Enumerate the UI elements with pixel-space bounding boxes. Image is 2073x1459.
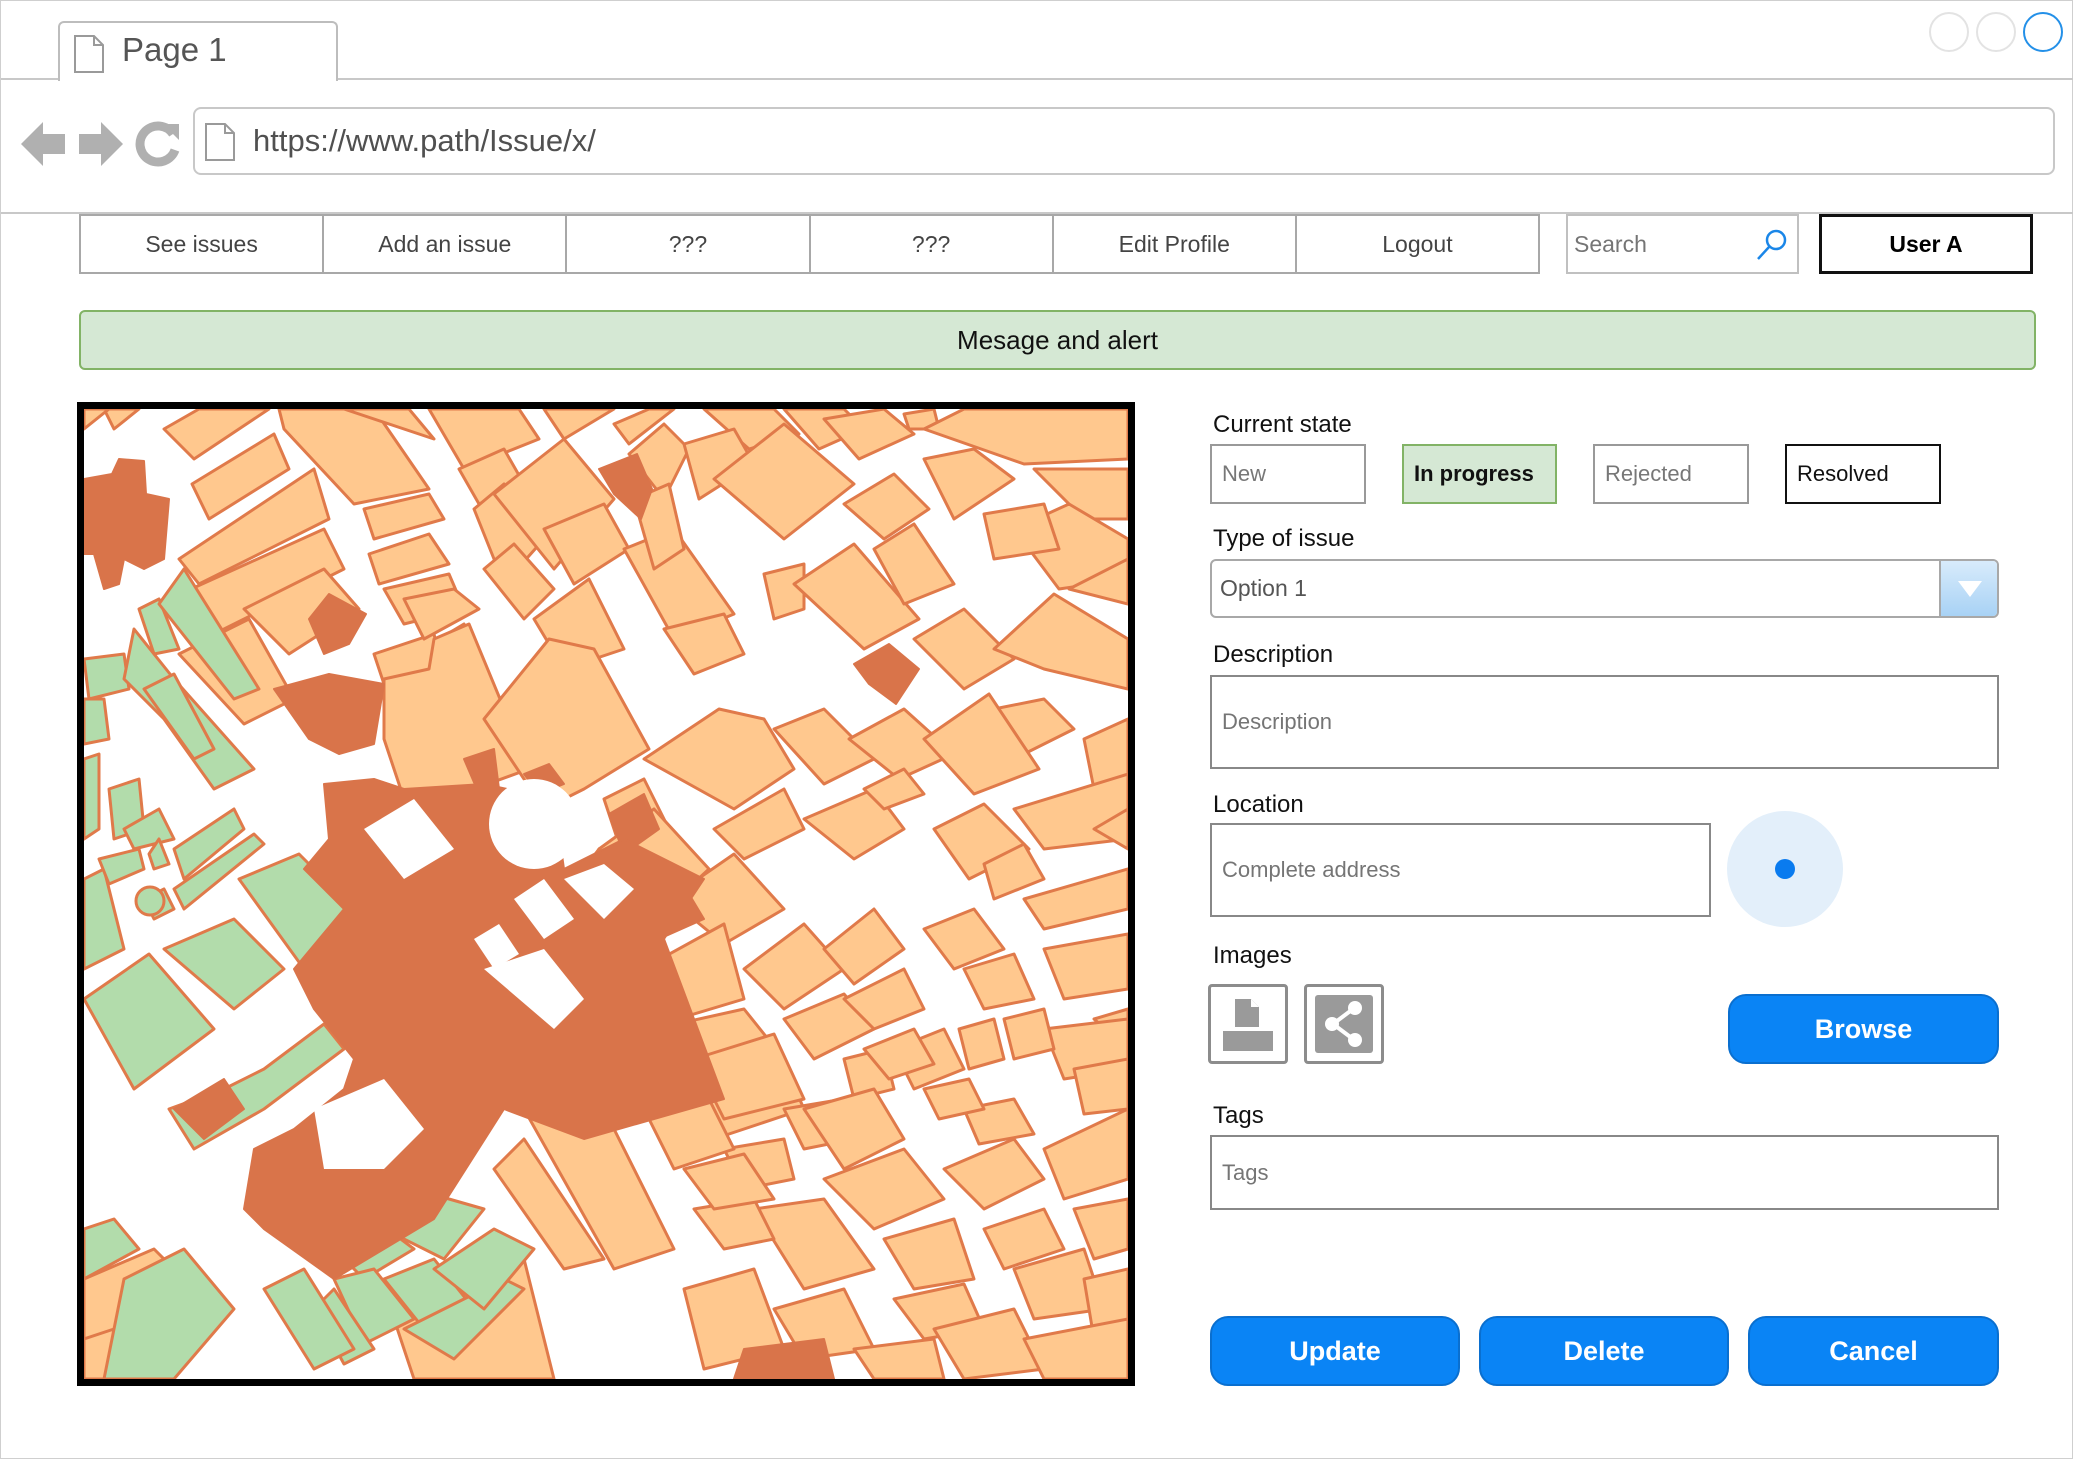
tab-page-1[interactable]: Page 1 <box>58 21 338 81</box>
images-label: Images <box>1213 942 1292 969</box>
page-icon <box>74 35 104 73</box>
update-button[interactable]: Update <box>1210 1316 1460 1386</box>
cancel-button[interactable]: Cancel <box>1748 1316 1999 1386</box>
page-icon <box>205 123 235 161</box>
description-input[interactable] <box>1222 709 1929 735</box>
tags-label: Tags <box>1213 1102 1264 1129</box>
tags-input[interactable] <box>1222 1159 1929 1186</box>
city-map <box>84 409 1128 1379</box>
address-bar-area: https://www.path/Issue/x/ <box>1 80 2073 214</box>
share-image-button[interactable] <box>1304 984 1384 1064</box>
tab-label: Page 1 <box>122 31 227 68</box>
address-input[interactable] <box>1222 857 1670 883</box>
dropdown-arrow-icon[interactable] <box>1939 561 1997 616</box>
url-bar[interactable]: https://www.path/Issue/x/ <box>193 107 2055 175</box>
browse-button[interactable]: Browse <box>1728 994 1999 1064</box>
menu-edit-profile[interactable]: Edit Profile <box>1053 216 1297 272</box>
share-icon <box>1315 995 1373 1053</box>
search-icon[interactable] <box>1755 228 1789 262</box>
tab-bar: Page 1 <box>1 1 2073 81</box>
message-alert: Mesage and alert <box>79 310 2036 370</box>
location-label: Location <box>1213 791 1304 818</box>
menu-logout[interactable]: Logout <box>1296 216 1539 272</box>
description-box <box>1210 675 1999 769</box>
upload-image-button[interactable] <box>1208 984 1288 1064</box>
menu-see-issues[interactable]: See issues <box>81 216 325 272</box>
delete-button[interactable]: Delete <box>1479 1316 1729 1386</box>
search-input[interactable] <box>1574 228 1754 260</box>
state-in-progress-button[interactable]: In progress <box>1402 444 1557 504</box>
location-dot-icon <box>1775 859 1795 879</box>
main-menu: See issues Add an issue ??? ??? Edit Pro… <box>79 214 1540 274</box>
user-button[interactable]: User A <box>1819 214 2033 274</box>
close-button[interactable] <box>2023 12 2063 52</box>
back-arrow-icon[interactable] <box>21 120 67 168</box>
search-box <box>1566 214 1799 274</box>
issue-type-value: Option 1 <box>1220 575 1307 601</box>
description-label: Description <box>1213 641 1334 668</box>
url-text: https://www.path/Issue/x/ <box>253 123 596 158</box>
tags-box <box>1210 1135 1999 1210</box>
state-new-button[interactable]: New <box>1210 444 1366 504</box>
current-state-label: Current state <box>1213 411 1352 438</box>
maximize-button[interactable] <box>1976 12 2016 52</box>
state-resolved-button[interactable]: Resolved <box>1785 444 1941 504</box>
browser-window: Page 1 https://www.path/Issue/x/ See iss… <box>0 0 2073 1459</box>
menu-item-3[interactable]: ??? <box>567 216 811 272</box>
menu-add-issue[interactable]: Add an issue <box>324 216 568 272</box>
reload-icon[interactable] <box>135 120 181 168</box>
forward-arrow-icon[interactable] <box>77 120 123 168</box>
type-of-issue-label: Type of issue <box>1213 525 1355 552</box>
map-view[interactable] <box>77 402 1135 1386</box>
state-rejected-button[interactable]: Rejected <box>1593 444 1749 504</box>
location-picker[interactable] <box>1727 811 1843 927</box>
minimize-button[interactable] <box>1929 12 1969 52</box>
issue-type-select[interactable]: Option 1 <box>1210 559 1999 618</box>
menu-item-4[interactable]: ??? <box>810 216 1054 272</box>
address-box <box>1210 823 1711 917</box>
upload-icon <box>1223 999 1273 1051</box>
